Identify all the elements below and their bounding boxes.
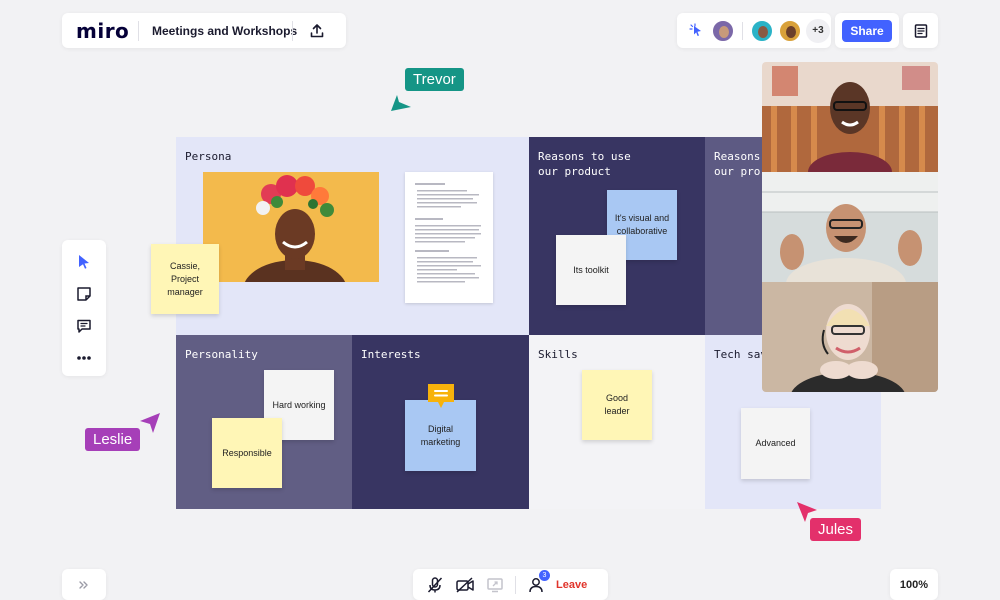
screen-share-button[interactable] bbox=[485, 575, 505, 595]
cursor-arrow-icon bbox=[140, 413, 160, 433]
document-thumbnail[interactable] bbox=[405, 172, 493, 303]
upload-icon bbox=[310, 23, 324, 37]
board-title[interactable]: Meetings and Workshops bbox=[152, 24, 297, 38]
participant-count-badge: 3 bbox=[539, 569, 550, 581]
mic-off-icon bbox=[427, 576, 443, 593]
screen-share-icon bbox=[487, 577, 503, 592]
persona-photo[interactable] bbox=[203, 172, 379, 282]
cursor-arrow-icon bbox=[391, 95, 411, 111]
sticky-note-tool[interactable] bbox=[73, 284, 95, 304]
leave-button[interactable]: Leave bbox=[556, 579, 587, 591]
divider bbox=[515, 575, 516, 594]
more-icon bbox=[77, 356, 91, 360]
section-label: Tech sav bbox=[714, 348, 767, 361]
avatar[interactable] bbox=[778, 18, 802, 43]
sticky-note[interactable]: Responsible bbox=[212, 418, 282, 488]
chevron-double-right-icon bbox=[79, 580, 88, 589]
zoom-level[interactable]: 100% bbox=[890, 569, 938, 600]
mute-button[interactable] bbox=[425, 575, 445, 595]
sticky-note[interactable]: Advanced bbox=[741, 408, 810, 479]
sticky-note[interactable]: Its toolkit bbox=[556, 235, 626, 305]
expand-panel-button[interactable] bbox=[62, 569, 106, 600]
divider bbox=[292, 20, 293, 41]
pointer-icon bbox=[79, 255, 89, 269]
divider bbox=[742, 21, 743, 40]
call-controls: 3 Leave bbox=[413, 569, 608, 600]
comment-icon bbox=[428, 384, 454, 408]
collaborators-bar: +3 bbox=[677, 13, 831, 48]
avatar[interactable] bbox=[711, 18, 735, 43]
comment-tool[interactable] bbox=[73, 316, 95, 336]
sticky-note[interactable]: Cassie, Project manager bbox=[151, 244, 219, 314]
select-tool[interactable] bbox=[73, 252, 95, 272]
section-label: Skills bbox=[538, 348, 578, 361]
video-tile[interactable] bbox=[762, 282, 938, 392]
video-off-icon bbox=[456, 576, 474, 593]
notes-icon bbox=[914, 23, 927, 38]
share-button[interactable]: Share bbox=[842, 20, 892, 42]
divider bbox=[138, 20, 139, 41]
section-label: Reasons to use our product bbox=[538, 150, 631, 178]
sticky-note-icon bbox=[77, 287, 91, 301]
cursor-sparkle-icon[interactable] bbox=[687, 21, 707, 41]
video-tile[interactable] bbox=[762, 172, 938, 282]
video-call-panel bbox=[762, 62, 938, 392]
comment-icon bbox=[77, 319, 91, 333]
video-tile[interactable] bbox=[762, 62, 938, 172]
cursor-tag-trevor: Trevor bbox=[405, 68, 464, 91]
section-label: Reasons our pro bbox=[714, 150, 761, 178]
sticky-note[interactable]: Good leader bbox=[582, 370, 652, 440]
export-button[interactable] bbox=[303, 17, 331, 45]
left-toolbar bbox=[62, 240, 106, 376]
camera-toggle-button[interactable] bbox=[455, 575, 475, 595]
notes-button[interactable] bbox=[903, 13, 938, 48]
avatar[interactable] bbox=[750, 18, 774, 43]
more-tools-button[interactable] bbox=[73, 348, 95, 368]
board-header: miro Meetings and Workshops bbox=[62, 13, 346, 48]
participants-button[interactable]: 3 bbox=[526, 569, 550, 595]
section-label: Persona bbox=[185, 150, 232, 163]
miro-logo[interactable]: miro bbox=[76, 19, 138, 43]
sticky-note[interactable]: Digital marketing bbox=[405, 400, 476, 471]
section-label: Interests bbox=[361, 348, 421, 361]
cursor-arrow-icon bbox=[797, 502, 817, 522]
cursor-tag-leslie: Leslie bbox=[85, 428, 141, 451]
section-label: Personality bbox=[185, 348, 258, 361]
extra-collaborators-count[interactable]: +3 bbox=[806, 18, 830, 43]
comment-bubble[interactable] bbox=[426, 382, 456, 410]
